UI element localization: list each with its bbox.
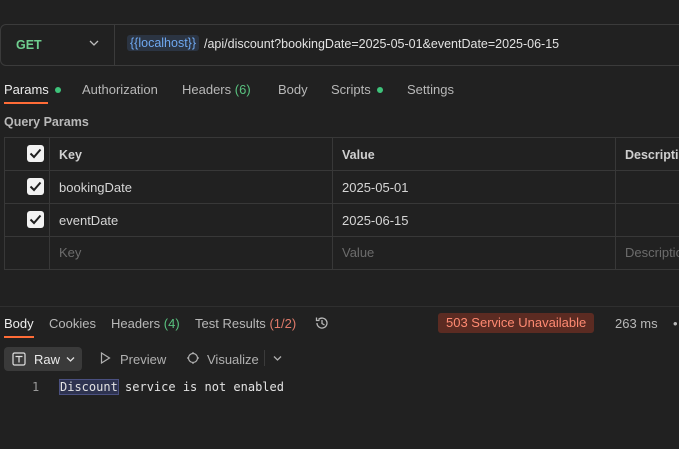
table-border (615, 137, 616, 270)
param-value[interactable]: 2025-06-15 (342, 213, 409, 228)
visualize-icon (187, 352, 199, 364)
column-header-key: Key (59, 148, 82, 162)
select-all-checkbox[interactable] (27, 145, 44, 162)
row-checkbox[interactable] (27, 178, 44, 195)
status-dot (54, 86, 61, 93)
query-params-title: Query Params (4, 115, 89, 129)
response-headers-count: (4) (163, 316, 180, 331)
toolbar-divider (264, 350, 265, 366)
url-variable[interactable]: {{localhost}} (127, 35, 200, 51)
status-badge: 503 Service Unavailable (438, 313, 595, 333)
tab-scripts-label: Scripts (331, 82, 371, 97)
response-tab-headers[interactable]: Headers (4) (111, 316, 180, 331)
tab-headers[interactable]: Headers (6) (182, 82, 251, 97)
play-icon (100, 352, 111, 364)
status-dot (376, 86, 383, 93)
format-label: Raw (34, 352, 61, 367)
line-number: 1 (32, 380, 40, 394)
response-tab-cookies[interactable]: Cookies (49, 316, 96, 331)
url-bar: GET {{localhost}} /api/discount?bookingD… (0, 24, 679, 66)
method-select[interactable]: GET (16, 38, 42, 52)
new-value-input[interactable]: Value (342, 245, 374, 260)
response-divider (0, 306, 679, 307)
format-select[interactable]: Raw (4, 347, 82, 371)
table-border (4, 236, 679, 237)
response-headers-label: Headers (111, 316, 161, 331)
test-results-label: Test Results (195, 316, 266, 331)
table-border (4, 137, 679, 138)
response-body[interactable]: Discount service is not enabled (59, 379, 284, 395)
table-border (4, 203, 679, 204)
row-checkbox[interactable] (27, 211, 44, 228)
more-icon[interactable]: • (673, 316, 678, 331)
tab-params-label: Params (4, 82, 49, 97)
test-results-count: (1/2) (269, 316, 297, 331)
tab-scripts[interactable]: Scripts (331, 82, 383, 97)
raw-format-icon (12, 352, 26, 366)
response-tab-body[interactable]: Body (4, 316, 34, 331)
tab-settings[interactable]: Settings (407, 82, 454, 97)
active-tab-indicator (4, 336, 34, 338)
chevron-down-icon[interactable] (273, 355, 282, 362)
table-border (332, 137, 333, 270)
table-border (4, 170, 679, 171)
tab-body[interactable]: Body (278, 82, 308, 97)
new-key-input[interactable]: Key (59, 245, 81, 260)
param-value[interactable]: 2025-05-01 (342, 180, 409, 195)
table-border (4, 137, 5, 270)
tab-headers-label: Headers (182, 82, 232, 97)
table-border (49, 137, 50, 270)
new-description-input[interactable]: Descriptio (625, 245, 679, 260)
url-divider (114, 25, 115, 65)
param-key[interactable]: eventDate (59, 213, 118, 228)
param-key[interactable]: bookingDate (59, 180, 132, 195)
url-input[interactable]: /api/discount?bookingDate=2025-05-01&eve… (204, 37, 559, 51)
visualize-button[interactable]: Visualize (207, 352, 259, 367)
preview-button[interactable]: Preview (120, 352, 166, 367)
response-body-text: service is not enabled (117, 380, 284, 394)
highlighted-word: Discount (59, 379, 119, 395)
column-header-description: Descriptio (625, 148, 679, 162)
history-icon[interactable] (314, 315, 330, 331)
table-border (4, 269, 679, 270)
headers-count: (6) (234, 82, 251, 97)
response-time: 263 ms (615, 316, 658, 331)
chevron-down-icon (66, 357, 75, 362)
column-header-value: Value (342, 148, 375, 162)
chevron-down-icon[interactable] (89, 38, 99, 48)
response-tab-test-results[interactable]: Test Results (1/2) (195, 316, 296, 331)
active-tab-indicator (4, 102, 48, 104)
tab-authorization[interactable]: Authorization (82, 82, 158, 97)
tab-params[interactable]: Params (4, 82, 61, 97)
